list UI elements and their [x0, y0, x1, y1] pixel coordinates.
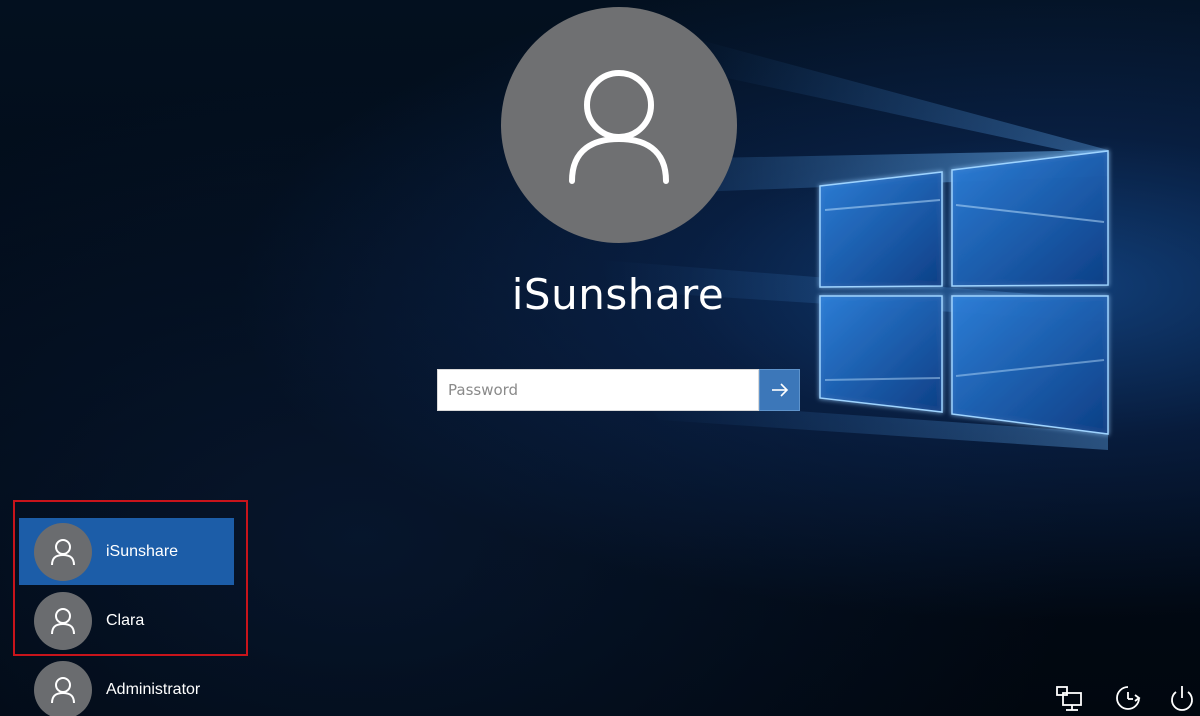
submit-button[interactable]: [759, 369, 800, 411]
lock-screen: iSunshare iSunshare Clara Administrator: [0, 0, 1200, 716]
user-icon: [51, 676, 75, 703]
user-icon: [51, 538, 75, 565]
user-avatar: [34, 660, 92, 716]
arrow-right-icon: [771, 383, 788, 397]
network-icon[interactable]: [1050, 680, 1090, 716]
password-input[interactable]: [437, 369, 759, 411]
user-item-label: Clara: [106, 611, 145, 629]
user-item-administrator[interactable]: Administrator: [19, 656, 234, 716]
user-avatar: [34, 591, 92, 650]
password-box: [437, 369, 800, 411]
current-user-name: iSunshare: [511, 270, 725, 319]
current-user-avatar: [501, 7, 737, 243]
user-item-clara[interactable]: Clara: [19, 587, 234, 654]
user-item-label: Administrator: [106, 680, 201, 698]
user-item-label: iSunshare: [106, 542, 179, 560]
ease-of-access-icon[interactable]: [1108, 680, 1148, 716]
user-icon: [51, 607, 75, 634]
power-icon[interactable]: [1162, 680, 1200, 716]
user-item-isunshare[interactable]: iSunshare: [19, 518, 234, 585]
user-avatar: [34, 522, 92, 581]
user-icon: [569, 70, 669, 184]
